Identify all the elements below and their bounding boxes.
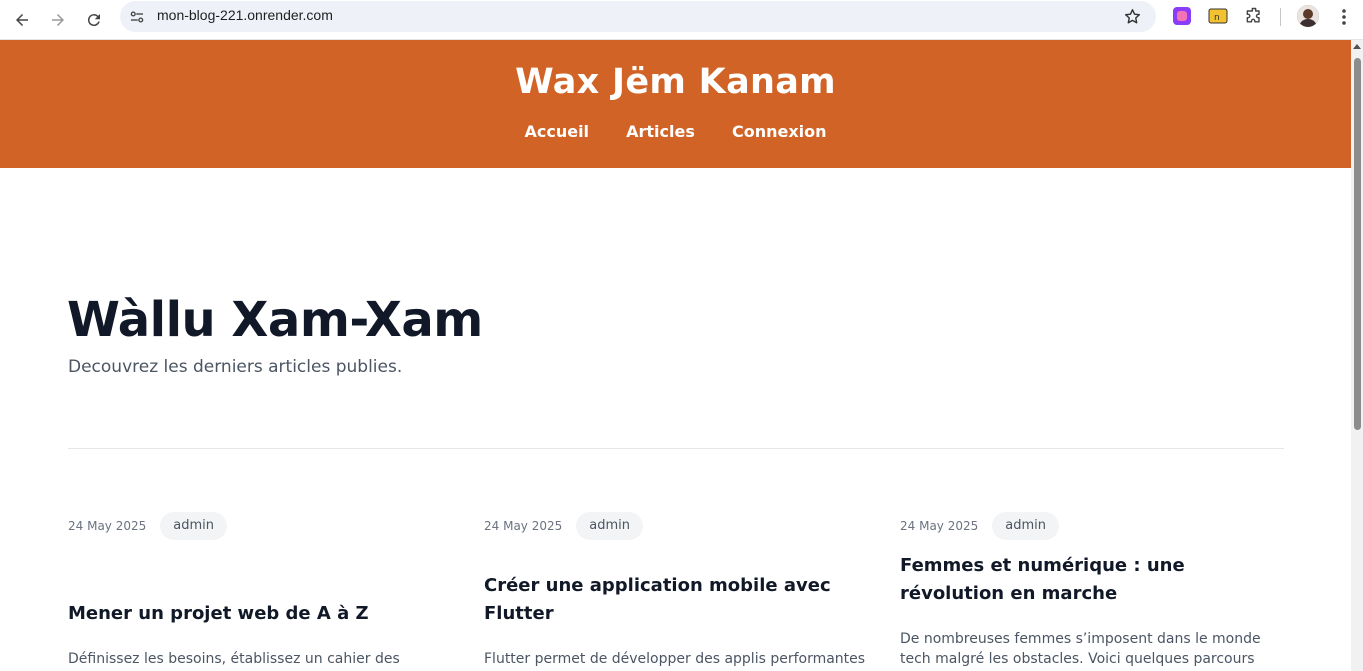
back-button[interactable] (6, 4, 38, 36)
author-badge: admin (576, 512, 643, 540)
url-text[interactable]: mon-blog-221.onrender.com (157, 7, 333, 23)
nav-link-connexion[interactable]: Connexion (732, 122, 827, 141)
toolbar-separator (1280, 8, 1281, 26)
scrollbar-thumb[interactable] (1354, 58, 1361, 430)
article-meta: 24 May 2025 admin (900, 512, 1285, 540)
menu-dots-icon[interactable] (1336, 7, 1352, 27)
article-excerpt: De nombreuses femmes s’imposent dans le … (900, 631, 1261, 667)
nav-link-articles[interactable]: Articles (626, 122, 695, 141)
forward-arrow-icon (52, 14, 64, 26)
article-meta: 24 May 2025 admin (68, 512, 453, 540)
profile-avatar-image (1297, 5, 1319, 27)
hero-subtitle: Decouvrez les derniers articles publies. (68, 357, 403, 377)
main-nav: Accueil Articles Connexion (0, 122, 1351, 141)
extension-icon[interactable] (1172, 6, 1192, 26)
svg-text:n: n (1214, 13, 1220, 23)
site-header: Wax Jëm Kanam Accueil Articles Connexion (0, 40, 1351, 168)
extension-icon[interactable]: n (1208, 6, 1228, 26)
author-badge: admin (992, 512, 1059, 540)
back-arrow-icon (16, 14, 28, 26)
article-date: 24 May 2025 (484, 519, 563, 533)
section-divider (68, 448, 1284, 449)
bookmark-star-icon[interactable] (1123, 7, 1142, 26)
site-settings-icon[interactable] (128, 8, 146, 26)
author-badge: admin (160, 512, 227, 540)
reload-icon (87, 14, 100, 27)
forward-button[interactable] (42, 4, 74, 36)
article-card[interactable]: 24 May 2025 admin Mener un projet web de… (68, 512, 453, 667)
reload-button[interactable] (78, 4, 110, 36)
article-title[interactable]: Créer une application mobile avec Flutte… (484, 572, 869, 628)
nav-link-accueil[interactable]: Accueil (524, 122, 589, 141)
puzzle-extensions-icon[interactable] (1244, 6, 1264, 26)
article-excerpt: Flutter permet de développer des applis … (484, 651, 866, 667)
article-card[interactable]: 24 May 2025 admin Femmes et numérique : … (900, 512, 1285, 667)
article-date: 24 May 2025 (900, 519, 979, 533)
article-excerpt: Définissez les besoins, établissez un ca… (68, 651, 400, 667)
article-title[interactable]: Mener un projet web de A à Z (68, 600, 453, 628)
article-card[interactable]: 24 May 2025 admin Créer une application … (484, 512, 869, 667)
address-bar[interactable]: mon-blog-221.onrender.com (120, 1, 1156, 32)
site-title[interactable]: Wax Jëm Kanam (0, 62, 1351, 102)
article-meta: 24 May 2025 admin (484, 512, 869, 540)
article-title[interactable]: Femmes et numérique : une révolution en … (900, 552, 1285, 608)
article-date: 24 May 2025 (68, 519, 147, 533)
hero-title: Wàllu Xam-Xam (67, 292, 483, 348)
scroll-up-arrow-icon[interactable] (1353, 44, 1361, 49)
page-scrollbar[interactable] (1351, 40, 1363, 671)
browser-toolbar: mon-blog-221.onrender.com n (0, 0, 1363, 40)
profile-avatar[interactable] (1297, 5, 1319, 27)
